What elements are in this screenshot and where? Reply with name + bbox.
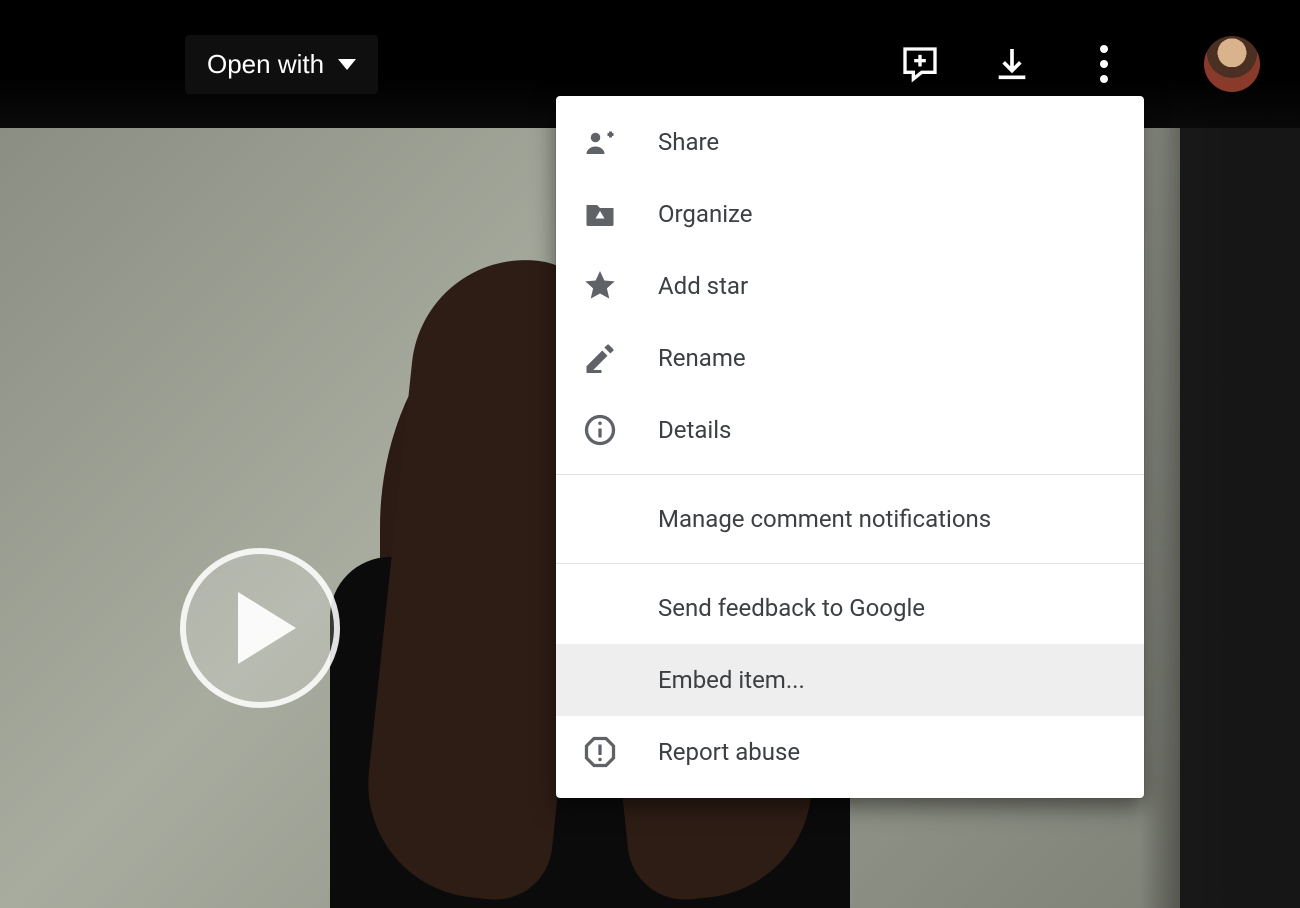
menu-item-add-star[interactable]: Add star [556, 250, 1144, 322]
menu-item-share[interactable]: Share [556, 106, 1144, 178]
folder-drive-icon [582, 196, 634, 232]
play-button[interactable] [180, 548, 340, 708]
menu-item-label: Send feedback to Google [658, 594, 925, 622]
report-icon [582, 734, 634, 770]
menu-item-label: Embed item... [658, 666, 805, 694]
add-comment-icon [900, 44, 940, 84]
chevron-down-icon [338, 59, 356, 70]
star-icon [582, 268, 634, 304]
menu-separator [556, 563, 1144, 564]
right-side-fade [1140, 0, 1300, 908]
pencil-icon [582, 340, 634, 376]
menu-item-manage-comment-notifications[interactable]: Manage comment notifications [556, 483, 1144, 555]
download-button[interactable] [990, 42, 1034, 86]
menu-item-label: Details [658, 416, 731, 444]
menu-item-details[interactable]: Details [556, 394, 1144, 466]
more-options-menu: Share Organize Add star Rename Details M… [556, 96, 1144, 798]
menu-separator [556, 474, 1144, 475]
menu-item-label: Rename [658, 344, 746, 372]
menu-item-label: Report abuse [658, 738, 800, 766]
open-with-label: Open with [207, 49, 324, 80]
more-options-button[interactable] [1082, 42, 1126, 86]
menu-item-label: Manage comment notifications [658, 505, 991, 533]
menu-item-label: Share [658, 128, 719, 156]
play-icon [238, 592, 296, 664]
menu-item-report-abuse[interactable]: Report abuse [556, 716, 1144, 788]
add-comment-button[interactable] [898, 42, 942, 86]
more-vert-icon [1100, 45, 1108, 53]
share-icon [582, 124, 634, 160]
menu-item-rename[interactable]: Rename [556, 322, 1144, 394]
menu-item-label: Organize [658, 200, 753, 228]
account-avatar[interactable] [1204, 36, 1260, 92]
download-icon [992, 44, 1032, 84]
menu-item-send-feedback[interactable]: Send feedback to Google [556, 572, 1144, 644]
menu-item-embed-item[interactable]: Embed item... [556, 644, 1144, 716]
info-icon [582, 412, 634, 448]
menu-item-label: Add star [658, 272, 748, 300]
menu-item-organize[interactable]: Organize [556, 178, 1144, 250]
open-with-button[interactable]: Open with [185, 35, 378, 94]
